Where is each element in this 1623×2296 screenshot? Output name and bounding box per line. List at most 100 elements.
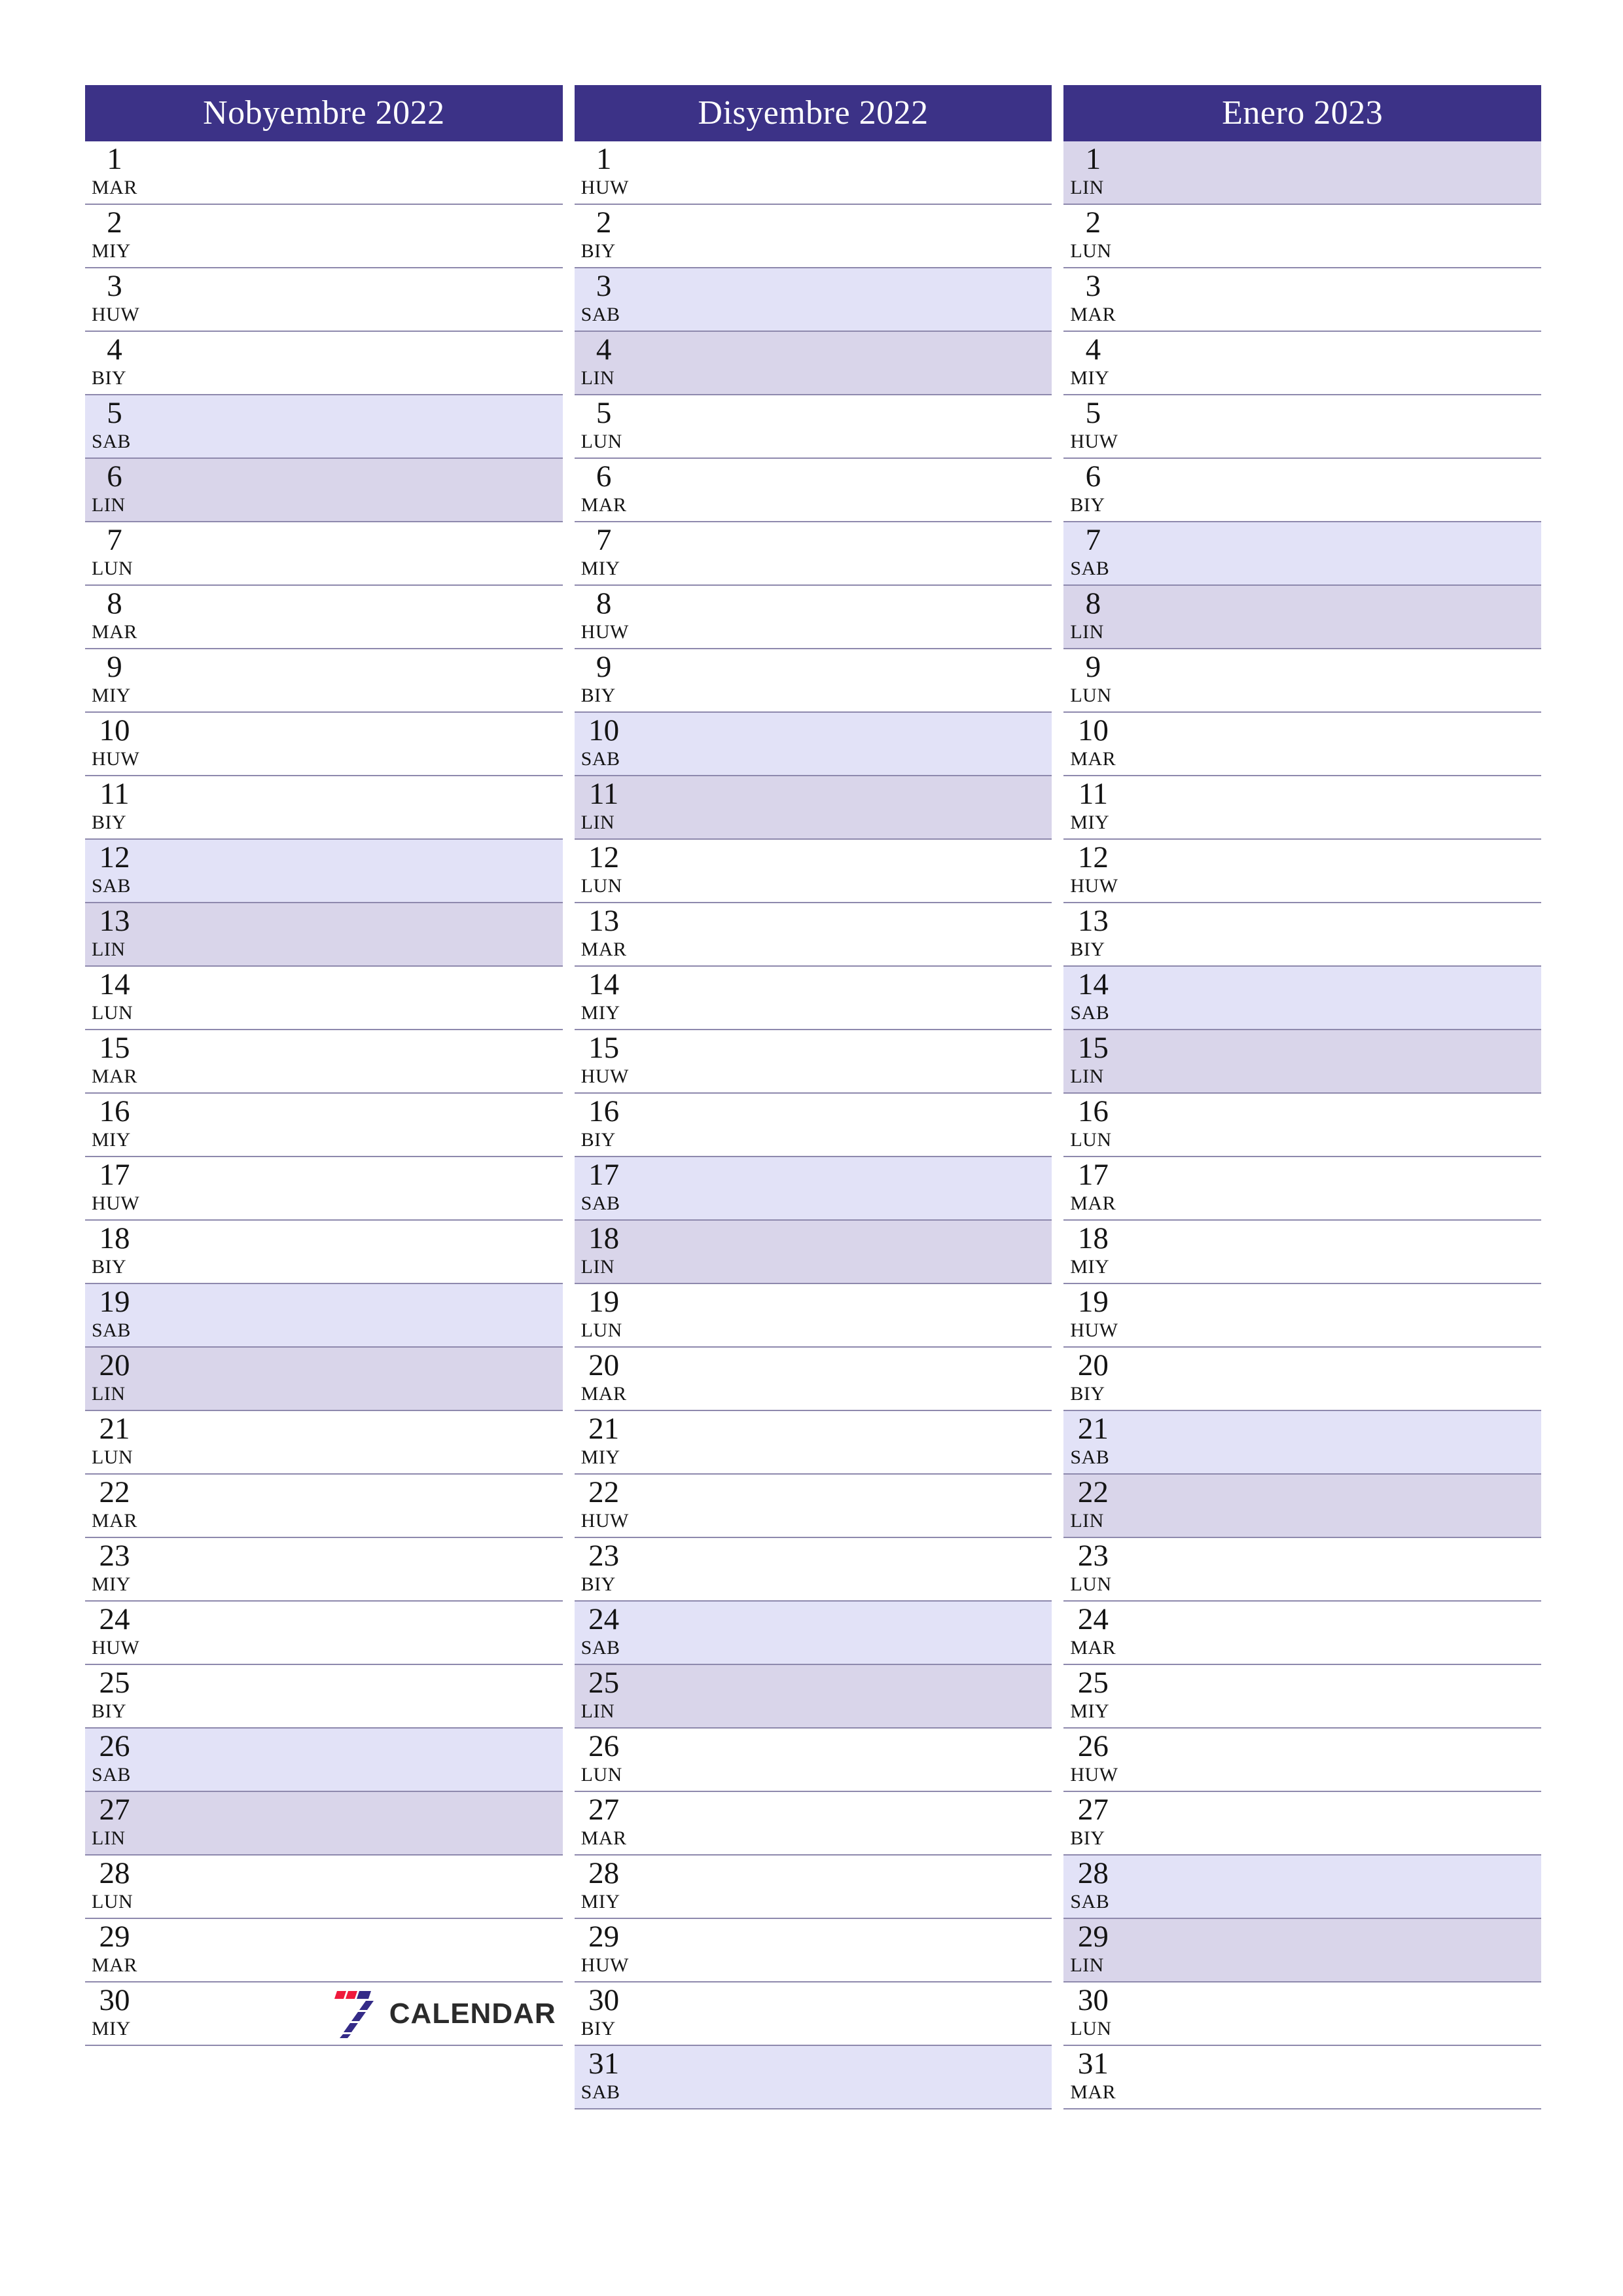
day-row[interactable]: 21 SAB: [1063, 1411, 1542, 1475]
day-row[interactable]: 6 LIN: [85, 459, 563, 522]
day-weekday-abbr: MAR: [92, 177, 137, 198]
day-row[interactable]: 4 BIY: [85, 332, 563, 395]
day-number: 9: [1085, 650, 1101, 684]
day-row[interactable]: 1 HUW: [574, 141, 1052, 205]
day-row[interactable]: 13 MAR: [574, 903, 1052, 967]
day-row[interactable]: 26 HUW: [1063, 1729, 1542, 1792]
day-row[interactable]: 27 MAR: [574, 1792, 1052, 1856]
day-row[interactable]: 8 MAR: [85, 586, 563, 649]
day-row[interactable]: 27 LIN: [85, 1792, 563, 1856]
day-row[interactable]: 27 BIY: [1063, 1792, 1542, 1856]
day-row[interactable]: 28 SAB: [1063, 1856, 1542, 1919]
day-row[interactable]: 16 BIY: [574, 1094, 1052, 1157]
day-row[interactable]: 10 MAR: [1063, 713, 1542, 776]
day-row[interactable]: 11 MIY: [1063, 776, 1542, 840]
day-row[interactable]: 19 SAB: [85, 1284, 563, 1348]
day-row[interactable]: 29 MAR: [85, 1919, 563, 1982]
day-row[interactable]: 22 MAR: [85, 1475, 563, 1538]
day-row[interactable]: 22 HUW: [574, 1475, 1052, 1538]
day-row[interactable]: 5 SAB: [85, 395, 563, 459]
day-row[interactable]: 2 LUN: [1063, 205, 1542, 268]
day-row[interactable]: 21 LUN: [85, 1411, 563, 1475]
day-row[interactable]: 25 LIN: [574, 1665, 1052, 1729]
day-row[interactable]: 17 MAR: [1063, 1157, 1542, 1221]
day-row[interactable]: 23 MIY: [85, 1538, 563, 1602]
day-row[interactable]: 28 MIY: [574, 1856, 1052, 1919]
day-row[interactable]: 24 HUW: [85, 1602, 563, 1665]
day-row[interactable]: 9 BIY: [574, 649, 1052, 713]
day-weekday-abbr: MAR: [580, 1827, 627, 1849]
day-row[interactable]: 7 LUN: [85, 522, 563, 586]
day-row[interactable]: 8 LIN: [1063, 586, 1542, 649]
day-row[interactable]: 31 SAB: [574, 2046, 1052, 2109]
day-row[interactable]: 21 MIY: [574, 1411, 1052, 1475]
day-row[interactable]: 3 MAR: [1063, 268, 1542, 332]
day-row[interactable]: 25 MIY: [1063, 1665, 1542, 1729]
day-weekday-abbr: LUN: [92, 1446, 134, 1468]
day-row[interactable]: 13 BIY: [1063, 903, 1542, 967]
day-number: 16: [1077, 1094, 1109, 1128]
day-row[interactable]: 10 SAB: [574, 713, 1052, 776]
day-row[interactable]: 10 HUW: [85, 713, 563, 776]
day-row[interactable]: 24 SAB: [574, 1602, 1052, 1665]
day-row[interactable]: 1 LIN: [1063, 141, 1542, 205]
day-row[interactable]: 15 HUW: [574, 1030, 1052, 1094]
day-row[interactable]: 20 LIN: [85, 1348, 563, 1411]
day-row[interactable]: 28 LUN: [85, 1856, 563, 1919]
day-row[interactable]: 17 SAB: [574, 1157, 1052, 1221]
day-row[interactable]: 7 MIY: [574, 522, 1052, 586]
day-row[interactable]: 6 BIY: [1063, 459, 1542, 522]
day-row[interactable]: 16 LUN: [1063, 1094, 1542, 1157]
day-row[interactable]: 6 MAR: [574, 459, 1052, 522]
day-row[interactable]: 25 BIY: [85, 1665, 563, 1729]
day-row[interactable]: 3 HUW: [85, 268, 563, 332]
day-row[interactable]: 19 LUN: [574, 1284, 1052, 1348]
day-row[interactable]: 8 HUW: [574, 586, 1052, 649]
day-row[interactable]: 4 LIN: [574, 332, 1052, 395]
day-weekday-abbr: SAB: [580, 1193, 620, 1214]
day-row[interactable]: 2 MIY: [85, 205, 563, 268]
day-row[interactable]: 30 BIY: [574, 1982, 1052, 2046]
day-row[interactable]: 13 LIN: [85, 903, 563, 967]
day-row[interactable]: 12 HUW: [1063, 840, 1542, 903]
day-row[interactable]: 20 MAR: [574, 1348, 1052, 1411]
day-row[interactable]: 9 MIY: [85, 649, 563, 713]
day-row[interactable]: 5 LUN: [574, 395, 1052, 459]
day-row[interactable]: 20 BIY: [1063, 1348, 1542, 1411]
day-row[interactable]: 23 LUN: [1063, 1538, 1542, 1602]
day-row[interactable]: 14 SAB: [1063, 967, 1542, 1030]
day-row[interactable]: 5 HUW: [1063, 395, 1542, 459]
day-number: 13: [1077, 904, 1109, 938]
day-row[interactable]: 9 LUN: [1063, 649, 1542, 713]
day-row[interactable]: 26 SAB: [85, 1729, 563, 1792]
day-row[interactable]: 23 BIY: [574, 1538, 1052, 1602]
day-number: 30: [99, 1983, 130, 2017]
day-row[interactable]: 11 BIY: [85, 776, 563, 840]
day-row[interactable]: 12 SAB: [85, 840, 563, 903]
day-row[interactable]: 4 MIY: [1063, 332, 1542, 395]
day-row[interactable]: 11 LIN: [574, 776, 1052, 840]
day-row[interactable]: 16 MIY: [85, 1094, 563, 1157]
day-row[interactable]: 18 LIN: [574, 1221, 1052, 1284]
day-row[interactable]: 1 MAR: [85, 141, 563, 205]
day-row[interactable]: 26 LUN: [574, 1729, 1052, 1792]
day-row[interactable]: 31 MAR: [1063, 2046, 1542, 2109]
day-row[interactable]: 2 BIY: [574, 205, 1052, 268]
day-row[interactable]: 17 HUW: [85, 1157, 563, 1221]
day-row[interactable]: 3 SAB: [574, 268, 1052, 332]
day-row[interactable]: 22 LIN: [1063, 1475, 1542, 1538]
day-row[interactable]: 18 BIY: [85, 1221, 563, 1284]
day-row[interactable]: 30 LUN: [1063, 1982, 1542, 2046]
day-row[interactable]: 19 HUW: [1063, 1284, 1542, 1348]
day-row[interactable]: 7 SAB: [1063, 522, 1542, 586]
day-row[interactable]: 12 LUN: [574, 840, 1052, 903]
day-row[interactable]: 15 MAR: [85, 1030, 563, 1094]
day-number: 14: [99, 967, 130, 1001]
day-row[interactable]: 29 LIN: [1063, 1919, 1542, 1982]
day-row[interactable]: 29 HUW: [574, 1919, 1052, 1982]
day-row[interactable]: 24 MAR: [1063, 1602, 1542, 1665]
day-row[interactable]: 14 MIY: [574, 967, 1052, 1030]
day-row[interactable]: 18 MIY: [1063, 1221, 1542, 1284]
day-row[interactable]: 15 LIN: [1063, 1030, 1542, 1094]
day-row[interactable]: 14 LUN: [85, 967, 563, 1030]
